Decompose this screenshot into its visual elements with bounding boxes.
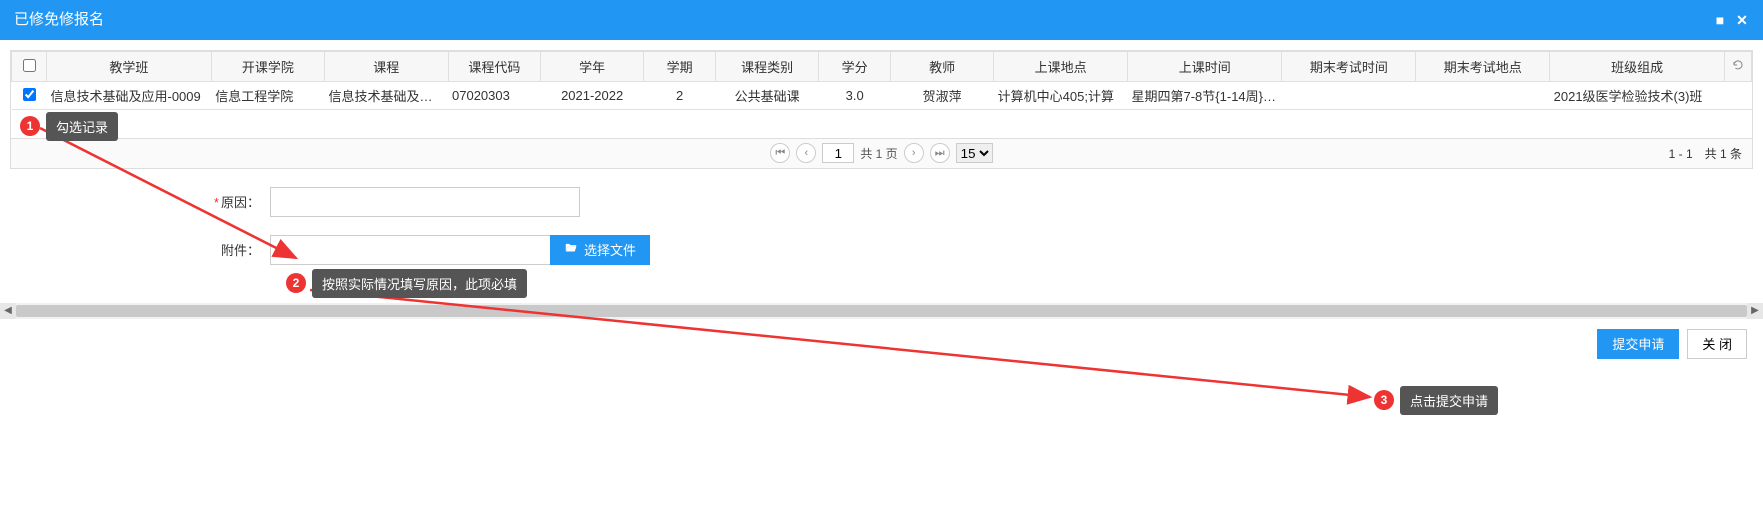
cell-course: 信息技术基础及应用 (324, 82, 448, 110)
cell-extra (1725, 82, 1752, 110)
close-button[interactable]: 关 闭 (1687, 329, 1747, 359)
pager-next-button[interactable]: › (904, 143, 924, 163)
pager-page-input[interactable] (822, 143, 854, 163)
grid-container: 教学班 开课学院 课程 课程代码 学年 学期 课程类别 学分 教师 上课地点 上… (10, 50, 1753, 169)
annotation-badge-3: 3 (1374, 390, 1394, 410)
cell-type: 公共基础课 (716, 82, 819, 110)
select-all-checkbox[interactable] (23, 59, 36, 72)
reason-row: *原因： (150, 187, 1753, 217)
title-bar: 已修免修报名 ■ ✕ (0, 0, 1763, 40)
pager-total-label: 共 1 页 (860, 145, 897, 162)
col-header[interactable]: 课程类别 (716, 52, 819, 82)
annotation-badge-1: 1 (20, 116, 40, 136)
horizontal-scrollbar[interactable]: ◀ ▶ (0, 303, 1763, 319)
folder-open-icon (564, 241, 578, 258)
minimize-icon[interactable]: ■ (1713, 13, 1727, 27)
col-header[interactable]: 开课学院 (211, 52, 324, 82)
dialog-title: 已修免修报名 (14, 0, 104, 40)
grid-empty-space (12, 110, 1752, 138)
cell-teacher: 贺淑萍 (891, 82, 994, 110)
cell-group: 2021级医学检验技术(3)班 (1550, 82, 1725, 110)
col-header[interactable]: 期末考试时间 (1282, 52, 1416, 82)
submit-button[interactable]: 提交申请 (1597, 329, 1679, 359)
cell-term: 2 (644, 82, 716, 110)
col-header[interactable]: 学期 (644, 52, 716, 82)
refresh-icon[interactable] (1732, 59, 1744, 74)
col-header[interactable]: 上课时间 (1128, 52, 1282, 82)
col-header[interactable]: 课程代码 (448, 52, 541, 82)
attachment-label: 附件： (150, 240, 270, 259)
grid-header-row: 教学班 开课学院 课程 课程代码 学年 学期 课程类别 学分 教师 上课地点 上… (12, 52, 1752, 82)
attachment-row: 附件： 选择文件 (150, 235, 1753, 265)
col-header[interactable]: 学年 (541, 52, 644, 82)
data-grid: 教学班 开课学院 课程 课程代码 学年 学期 课程类别 学分 教师 上课地点 上… (11, 51, 1752, 138)
cell-college: 信息工程学院 (211, 82, 324, 110)
choose-file-button[interactable]: 选择文件 (550, 235, 650, 265)
row-checkbox-cell (12, 82, 47, 110)
reason-label: *原因： (150, 192, 270, 211)
attachment-path-display[interactable] (270, 235, 550, 265)
pager-prev-button[interactable]: ‹ (796, 143, 816, 163)
pagination-bar: ⏮ ‹ 共 1 页 › ⏭ 15 1 - 1 共 1 条 (11, 138, 1752, 168)
cell-examplace (1416, 82, 1550, 110)
scroll-right-arrow[interactable]: ▶ (1747, 303, 1763, 319)
close-icon[interactable]: ✕ (1735, 13, 1749, 27)
col-header[interactable]: 学分 (819, 52, 891, 82)
reason-input[interactable] (270, 187, 580, 217)
cell-year: 2021-2022 (541, 82, 644, 110)
header-checkbox-cell (12, 52, 47, 82)
col-header[interactable]: 班级组成 (1550, 52, 1725, 82)
cell-place: 计算机中心405;计算 (994, 82, 1128, 110)
content-area: 教学班 开课学院 课程 课程代码 学年 学期 课程类别 学分 教师 上课地点 上… (0, 40, 1763, 303)
window-controls: ■ ✕ (1713, 13, 1749, 27)
pager-size-select[interactable]: 15 (956, 143, 993, 163)
footer-bar: 提交申请 关 闭 (0, 319, 1763, 369)
cell-time: 星期四第7-8节{1-14周};星 (1128, 82, 1282, 110)
refresh-header[interactable] (1725, 52, 1752, 82)
scroll-left-arrow[interactable]: ◀ (0, 303, 16, 319)
annotation-tip-2: 按照实际情况填写原因，此项必填 (312, 269, 527, 298)
cell-examtime (1282, 82, 1416, 110)
cell-credit: 3.0 (819, 82, 891, 110)
col-header[interactable]: 教学班 (47, 52, 212, 82)
scroll-thumb[interactable] (16, 305, 1747, 317)
annotation-badge-2: 2 (286, 273, 306, 293)
col-header[interactable]: 课程 (324, 52, 448, 82)
form-area: *原因： 附件： 选择文件 (10, 169, 1753, 293)
col-header[interactable]: 教师 (891, 52, 994, 82)
annotation-tip-3: 点击提交申请 (1400, 386, 1498, 415)
row-checkbox[interactable] (23, 88, 36, 101)
annotation-tip-1: 勾选记录 (46, 112, 118, 141)
cell-class: 信息技术基础及应用-0009 (47, 82, 212, 110)
table-row[interactable]: 信息技术基础及应用-0009 信息工程学院 信息技术基础及应用 07020303… (12, 82, 1752, 110)
pager-last-button[interactable]: ⏭ (930, 143, 950, 163)
col-header[interactable]: 上课地点 (994, 52, 1128, 82)
pager-first-button[interactable]: ⏮ (770, 143, 790, 163)
col-header[interactable]: 期末考试地点 (1416, 52, 1550, 82)
pager-summary: 1 - 1 共 1 条 (1669, 145, 1742, 162)
required-mark: * (214, 195, 219, 210)
cell-code: 07020303 (448, 82, 541, 110)
